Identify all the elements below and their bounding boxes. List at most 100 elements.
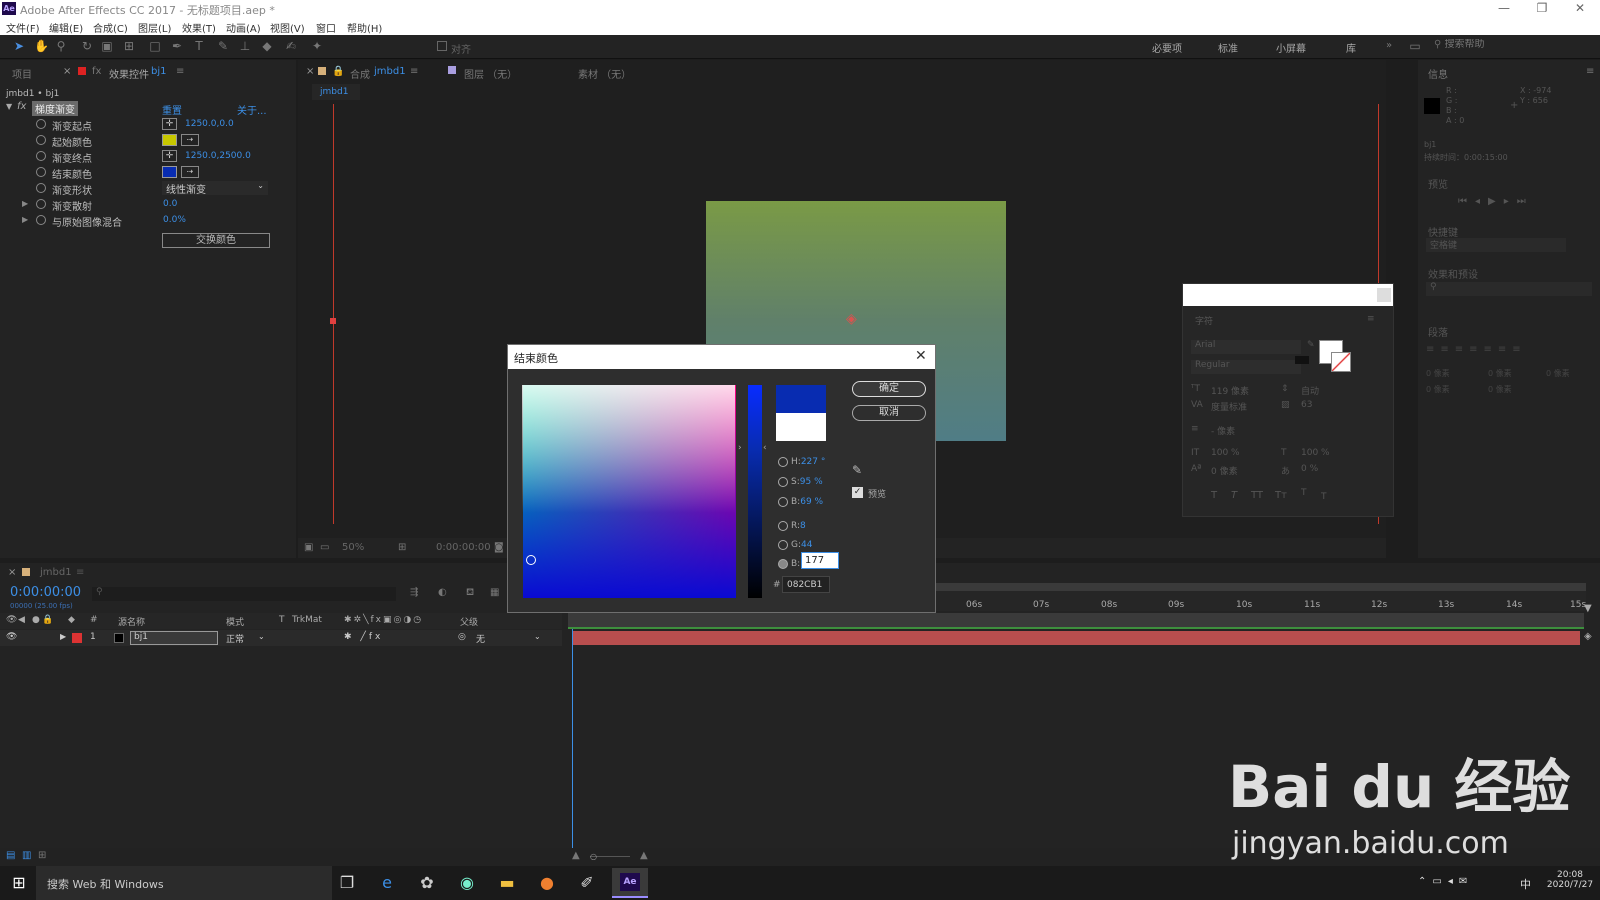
puppet-tool-icon[interactable]: ✦: [310, 39, 324, 53]
blue-value-input[interactable]: [801, 552, 839, 569]
about-link[interactable]: 关于...: [237, 102, 267, 117]
close-icon[interactable]: ✕: [1560, 1, 1600, 15]
original-color-preview[interactable]: [776, 413, 826, 441]
stopwatch-icon[interactable]: [36, 183, 46, 193]
gradient-point-handle-icon[interactable]: ◈: [846, 311, 857, 327]
zoom-slider-knob[interactable]: ○: [590, 852, 597, 861]
panel-menu-icon[interactable]: ≡: [76, 567, 84, 578]
character-panel-header[interactable]: [1183, 284, 1393, 306]
hex-input[interactable]: 082CB1: [782, 576, 830, 593]
h-radio[interactable]: [778, 457, 788, 467]
layer-switches[interactable]: ✱ ╱fx: [344, 632, 383, 642]
chevron-down-icon[interactable]: ⌄: [258, 632, 265, 641]
s-field[interactable]: S:95 %: [791, 477, 823, 487]
panel-menu-icon[interactable]: ≡: [410, 66, 418, 77]
firefox-icon[interactable]: ●: [536, 872, 558, 894]
fx-toggle-icon[interactable]: fx: [17, 101, 26, 112]
timeline-tab[interactable]: jmbd1: [40, 567, 72, 578]
dialog-header[interactable]: 结束颜色 ✕: [508, 345, 935, 369]
para-val-0[interactable]: 0 像素: [1426, 368, 1450, 379]
panel-menu-icon[interactable]: ≡: [176, 66, 184, 77]
modes-toggle-icon[interactable]: ▥: [22, 850, 31, 861]
selection-tool-icon[interactable]: ➤: [12, 39, 26, 53]
grid-icon[interactable]: ⊞: [398, 542, 406, 553]
zoom-tool-icon[interactable]: ⚲: [54, 39, 68, 53]
b-value[interactable]: 69 %: [800, 497, 823, 507]
edge-icon[interactable]: e: [376, 872, 398, 894]
style-all-caps[interactable]: TT: [1251, 490, 1263, 501]
after-effects-taskbar-button[interactable]: Ae: [612, 868, 648, 898]
layer-row[interactable]: 👁 ▶ 1 bj1 正常 ⌄ ✱ ╱fx ◎ 无 ⌄: [0, 630, 562, 646]
gradient-start-value[interactable]: 1250.0,0.0: [185, 119, 234, 129]
character-panel-close-icon[interactable]: [1377, 288, 1391, 302]
rotate-tool-icon[interactable]: ↻: [80, 39, 94, 53]
vertical-scale-value[interactable]: 100 %: [1211, 448, 1240, 458]
expand-triangle-icon[interactable]: ▶: [60, 632, 66, 641]
menu-window[interactable]: 窗口: [316, 20, 336, 35]
g-radio[interactable]: [778, 540, 788, 550]
effect-name[interactable]: 梯度渐变: [32, 101, 78, 116]
workspace-essentials[interactable]: 必要项: [1152, 40, 1182, 55]
swap-colors-button[interactable]: 交换颜色: [162, 233, 270, 248]
comp-timecode[interactable]: 0:00:00:00: [436, 542, 491, 553]
panel-menu-icon[interactable]: ≡: [1586, 66, 1594, 77]
brightness-slider[interactable]: [748, 385, 762, 598]
close-icon[interactable]: ×: [306, 66, 314, 77]
stopwatch-icon[interactable]: [36, 119, 46, 129]
r-radio[interactable]: [778, 521, 788, 531]
tsume-value[interactable]: 0 %: [1301, 464, 1318, 474]
windows-start-icon[interactable]: ⊞: [8, 872, 30, 894]
camera-icon[interactable]: ◙: [494, 542, 504, 553]
style-bold[interactable]: T: [1211, 490, 1217, 501]
play-icon[interactable]: ▶: [1488, 196, 1504, 207]
crosshair-icon[interactable]: ✛: [162, 150, 177, 162]
close-icon[interactable]: ✕: [915, 348, 927, 364]
para-val-1[interactable]: 0 像素: [1488, 368, 1512, 379]
b-radio[interactable]: [778, 497, 788, 507]
col-parent[interactable]: 父级: [460, 615, 478, 628]
tab-layer[interactable]: 图层 （无）: [464, 66, 517, 81]
r-field[interactable]: R:8: [791, 521, 806, 531]
tab-footage[interactable]: 素材 （无）: [578, 66, 631, 81]
shortcut-dropdown[interactable]: 空格键: [1426, 238, 1566, 252]
style-subscript[interactable]: T: [1321, 492, 1327, 502]
menu-animation[interactable]: 动画(A): [226, 20, 261, 35]
align-checkbox[interactable]: [437, 41, 447, 51]
para-val-4[interactable]: 0 像素: [1488, 384, 1512, 395]
pan-behind-tool-icon[interactable]: ⊞: [122, 39, 136, 53]
gradient-scatter-value[interactable]: 0.0: [163, 199, 177, 209]
leading-value[interactable]: 自动: [1301, 384, 1319, 397]
stroke-color-swatch[interactable]: [1331, 352, 1351, 372]
end-color-swatch[interactable]: [162, 166, 177, 178]
shy-layers-icon[interactable]: ⛾: [466, 587, 474, 600]
kerning-value[interactable]: 度量标准: [1211, 400, 1247, 413]
font-style-dropdown[interactable]: Regular: [1191, 360, 1301, 374]
clone-tool-icon[interactable]: ⊥: [238, 39, 252, 53]
maximize-icon[interactable]: ❐: [1522, 1, 1562, 15]
pen-tool-icon[interactable]: ✒: [170, 39, 184, 53]
color-field[interactable]: [522, 385, 736, 598]
ime-indicator[interactable]: 中: [1520, 876, 1531, 892]
para-val-2[interactable]: 0 像素: [1546, 368, 1570, 379]
stopwatch-icon[interactable]: [36, 215, 46, 225]
blend-original-value[interactable]: 0.0%: [163, 215, 186, 225]
tab-effect-controls[interactable]: 效果控件: [109, 66, 149, 81]
workspace-standard[interactable]: 标准: [1218, 40, 1238, 55]
eyedropper-icon[interactable]: ✎: [1307, 340, 1315, 350]
g-value[interactable]: 44: [801, 540, 812, 550]
crosshair-icon[interactable]: ✛: [162, 118, 177, 130]
eraser-tool-icon[interactable]: ◆: [260, 39, 274, 53]
menu-effect[interactable]: 效果(T): [182, 20, 216, 35]
preview-checkbox[interactable]: ✓: [852, 487, 863, 498]
effects-search-input[interactable]: ⚲: [1426, 282, 1592, 296]
layer-name[interactable]: bj1: [130, 631, 218, 645]
close-icon[interactable]: ×: [8, 567, 16, 578]
menu-help[interactable]: 帮助(H): [347, 20, 382, 35]
gradient-shape-dropdown[interactable]: 线性渐变 ⌄: [162, 181, 268, 196]
gradient-end-value[interactable]: 1250.0,2500.0: [185, 151, 251, 161]
audio-icon[interactable]: ◀: [18, 615, 25, 625]
task-view-icon[interactable]: ❐: [336, 872, 358, 894]
comp-end-marker-icon[interactable]: ▼: [1584, 603, 1592, 614]
search-help-input[interactable]: [1444, 39, 1575, 50]
layer-parent[interactable]: 无: [476, 632, 485, 645]
